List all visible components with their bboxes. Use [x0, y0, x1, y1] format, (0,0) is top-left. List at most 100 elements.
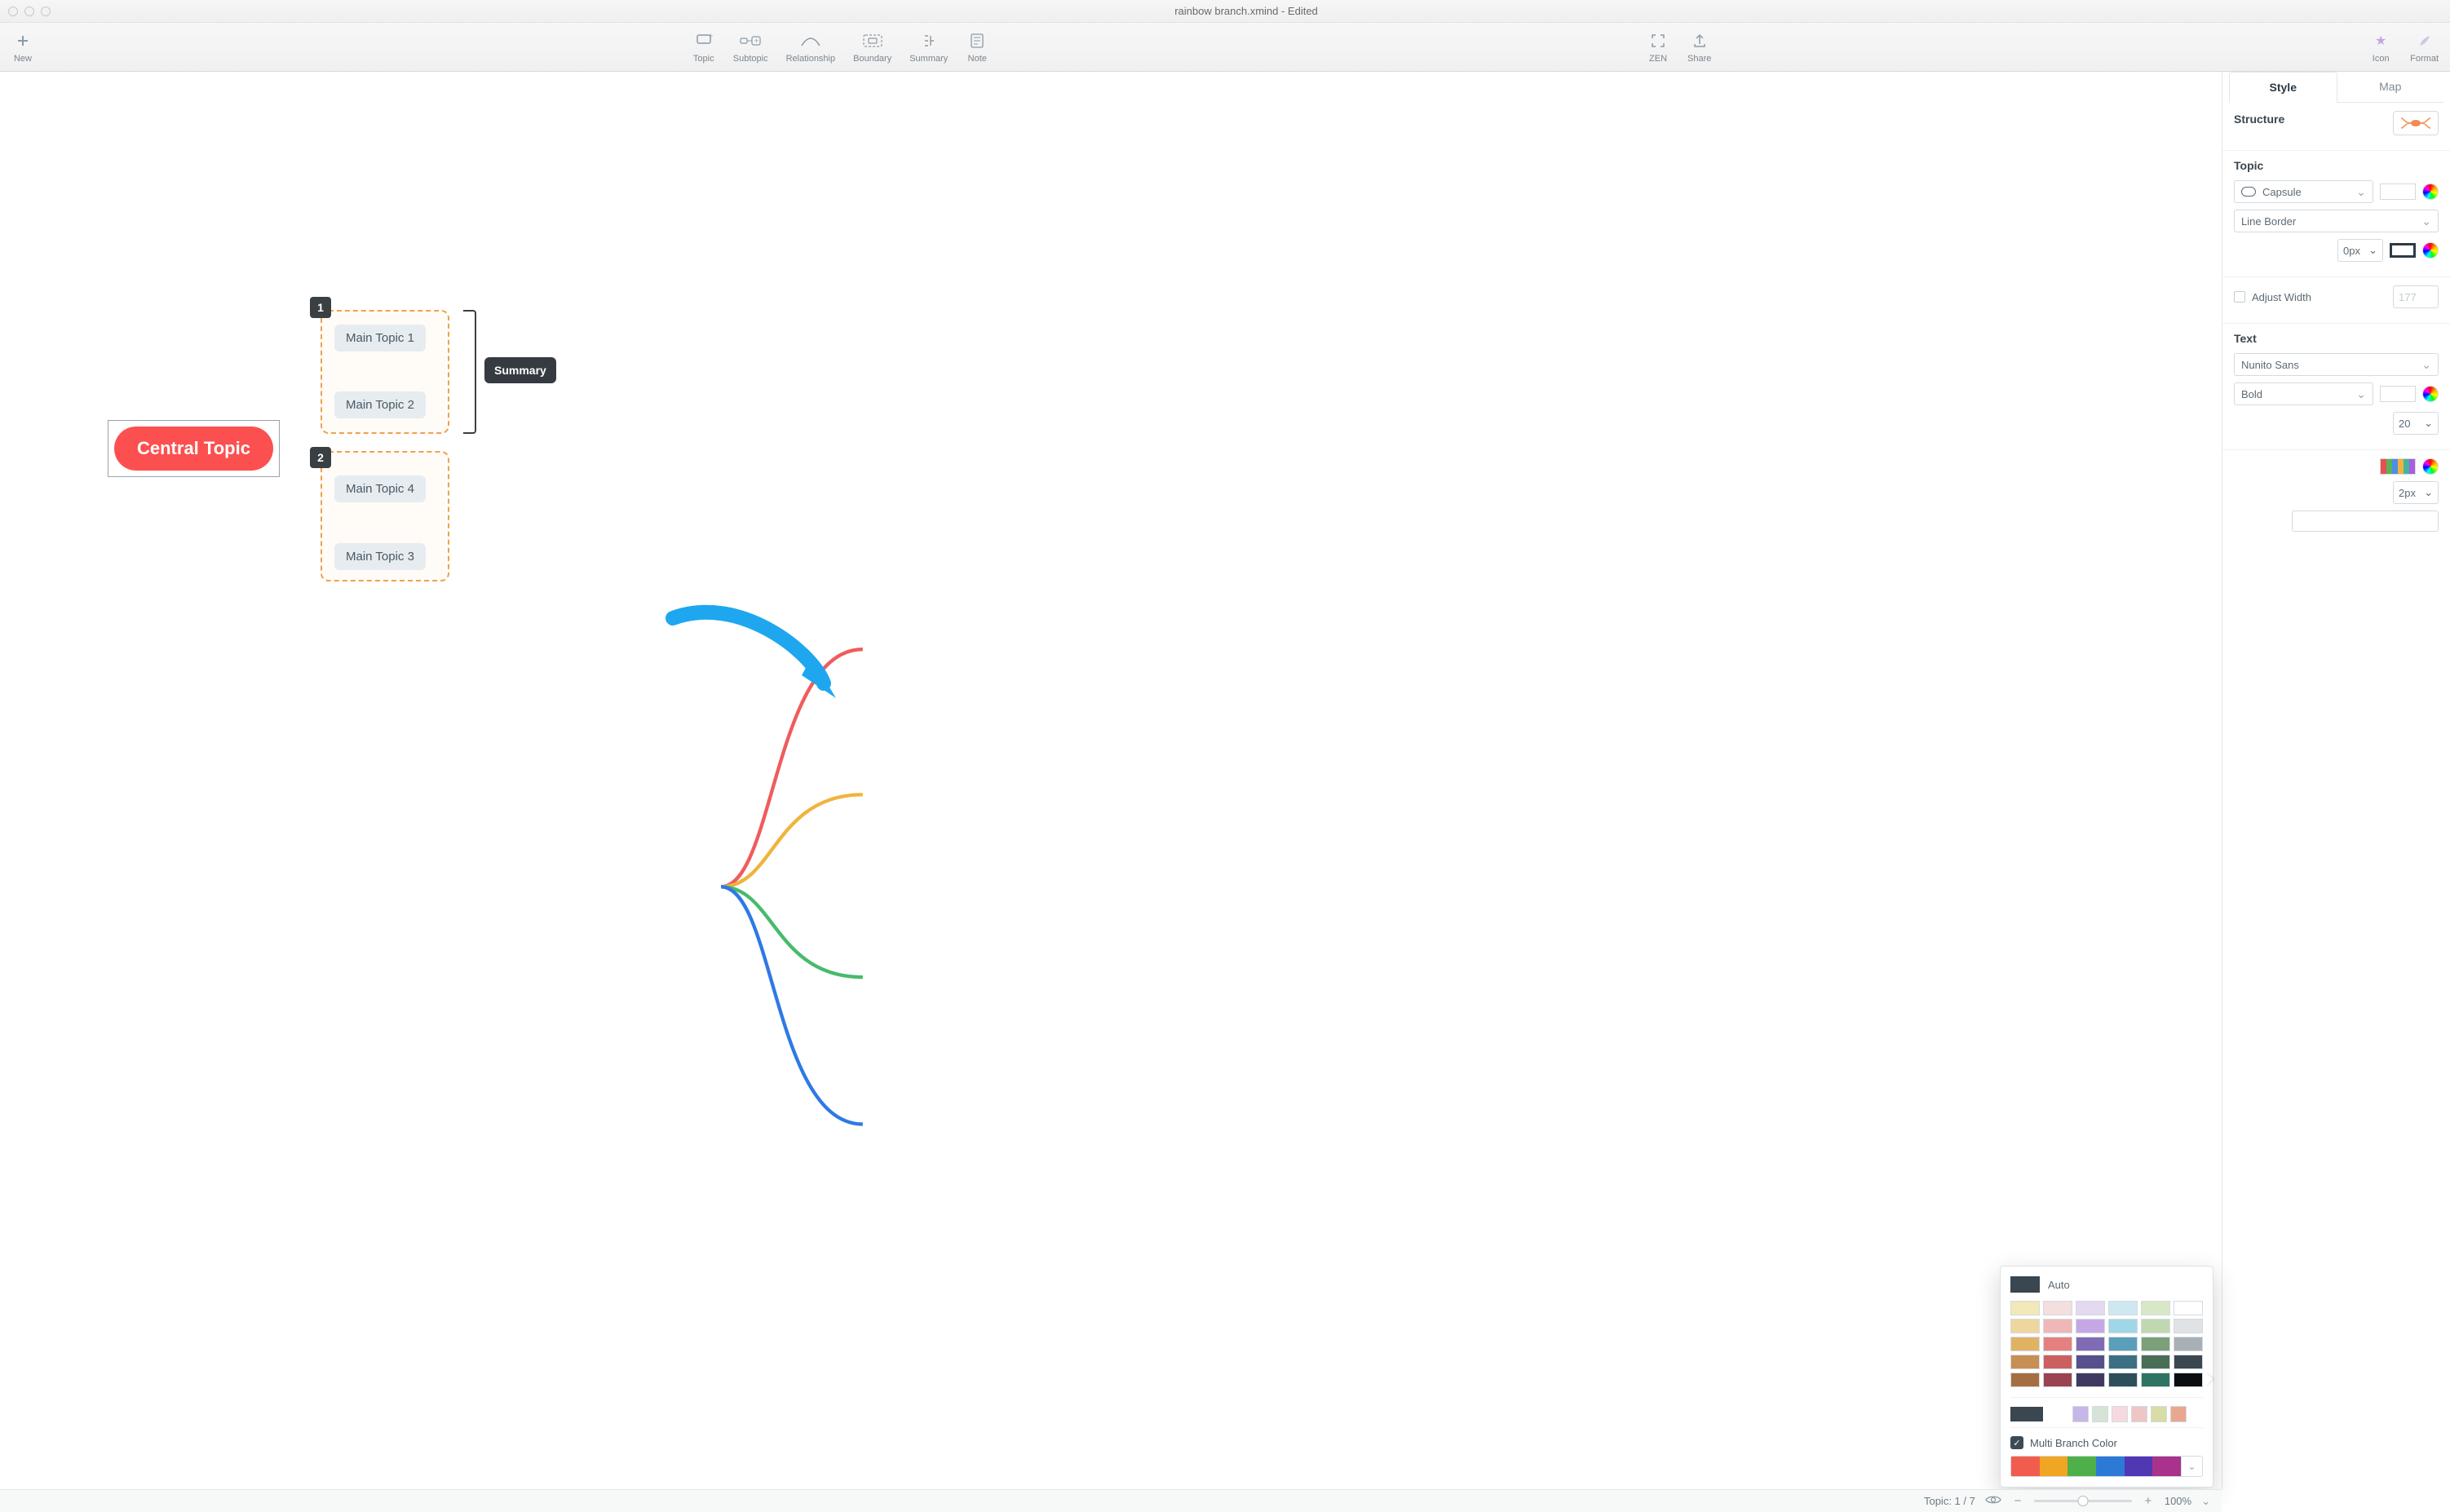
palette-swatch[interactable] — [2076, 1337, 2105, 1351]
relationship-button[interactable]: Relationship — [786, 31, 836, 64]
auto-color-swatch[interactable] — [2010, 1276, 2040, 1293]
color-wheel-icon[interactable] — [2422, 183, 2439, 200]
zoom-out-button[interactable]: − — [2011, 1495, 2024, 1508]
palette-swatch[interactable] — [2141, 1373, 2170, 1387]
palette-swatch[interactable] — [2141, 1337, 2170, 1351]
color-wheel-icon[interactable] — [2422, 458, 2439, 475]
palette-swatch[interactable] — [2141, 1301, 2170, 1315]
new-button[interactable]: New — [11, 31, 34, 64]
palette-swatch[interactable] — [2076, 1355, 2105, 1369]
palette-swatch[interactable] — [2108, 1337, 2138, 1351]
text-color-swatch[interactable] — [2380, 386, 2416, 402]
eye-icon[interactable] — [1985, 1494, 2001, 1508]
canvas[interactable]: Central Topic 1 2 Main Topic 1 Main Topi… — [0, 72, 2222, 1489]
topic-label: Topic — [693, 54, 714, 64]
format-button[interactable]: Format — [2410, 31, 2439, 64]
tab-map[interactable]: Map — [2337, 72, 2444, 102]
border-style-select[interactable]: Line Border — [2234, 210, 2439, 232]
multi-branch-gradient-select[interactable]: ⌄ — [2010, 1456, 2203, 1477]
recent-swatch[interactable] — [2112, 1406, 2128, 1422]
multi-branch-checkbox[interactable]: ✓ — [2010, 1436, 2023, 1449]
topic-button[interactable]: + Topic — [692, 31, 715, 64]
palette-swatch[interactable] — [2108, 1373, 2138, 1387]
palette-swatch[interactable] — [2141, 1355, 2170, 1369]
palette-swatch[interactable] — [2076, 1319, 2105, 1333]
palette-swatch[interactable] — [2010, 1319, 2040, 1333]
border-width-input[interactable]: 0px⌄ — [2337, 239, 2383, 262]
summary-label: Summary — [909, 54, 948, 64]
width-input[interactable]: 177 — [2393, 285, 2439, 308]
structure-select[interactable] — [2393, 111, 2439, 135]
icon-button[interactable]: ★ Icon — [2369, 31, 2392, 64]
note-button[interactable]: Note — [966, 31, 988, 64]
palette-swatch[interactable] — [2174, 1337, 2203, 1351]
palette-swatch[interactable] — [2174, 1301, 2203, 1315]
branch-shape-select[interactable] — [2292, 511, 2439, 532]
palette-swatch[interactable] — [2108, 1355, 2138, 1369]
palette-swatch[interactable] — [2010, 1337, 2040, 1351]
zoom-value[interactable]: 100% — [2165, 1495, 2191, 1507]
topic-node[interactable]: Main Topic 3 — [334, 543, 426, 570]
recent-swatch[interactable] — [2072, 1406, 2089, 1422]
summary-bracket — [463, 310, 476, 434]
central-topic[interactable]: Central Topic — [114, 427, 273, 471]
boundary-icon — [861, 31, 884, 51]
zoom-dot[interactable] — [41, 7, 51, 16]
recent-auto[interactable] — [2010, 1407, 2043, 1421]
marker-1[interactable]: 1 — [310, 297, 331, 318]
format-panel: Style Map Structure Topic Capsule Line B… — [2222, 72, 2450, 1489]
palette-swatch[interactable] — [2108, 1319, 2138, 1333]
recent-swatch[interactable] — [2170, 1406, 2187, 1422]
close-dot[interactable] — [8, 7, 18, 16]
zoom-slider[interactable] — [2034, 1500, 2132, 1502]
font-size-input[interactable]: 20⌄ — [2393, 412, 2439, 435]
color-wheel-icon[interactable] — [2422, 242, 2439, 259]
palette-swatch[interactable] — [2043, 1337, 2072, 1351]
brush-icon — [2413, 31, 2436, 51]
palette-swatch[interactable] — [2010, 1301, 2040, 1315]
branch-width-value: 2px — [2399, 487, 2416, 499]
palette-swatch[interactable] — [2174, 1319, 2203, 1333]
fill-swatch[interactable] — [2380, 183, 2416, 200]
topic-node[interactable]: Main Topic 1 — [334, 325, 426, 351]
recent-swatch[interactable] — [2151, 1406, 2167, 1422]
topic-node[interactable]: Main Topic 2 — [334, 391, 426, 418]
palette-swatch[interactable] — [2010, 1355, 2040, 1369]
topic-node[interactable]: Main Topic 4 — [334, 475, 426, 502]
recent-swatch[interactable] — [2131, 1406, 2147, 1422]
font-weight-select[interactable]: Bold — [2234, 382, 2373, 405]
marker-2[interactable]: 2 — [310, 447, 331, 468]
tab-style[interactable]: Style — [2229, 72, 2337, 103]
palette-swatch[interactable] — [2174, 1373, 2203, 1387]
branch-rainbow-swatch[interactable] — [2380, 458, 2416, 475]
font-family-select[interactable]: Nunito Sans — [2234, 353, 2439, 376]
palette-swatch[interactable] — [2076, 1373, 2105, 1387]
section-text: Text Nunito Sans Bold 20⌄ — [2222, 324, 2450, 450]
border-swatch[interactable] — [2390, 243, 2416, 258]
color-wheel-icon[interactable] — [2422, 386, 2439, 402]
subtopic-button[interactable]: + Subtopic — [733, 31, 768, 64]
palette-swatch[interactable] — [2076, 1301, 2105, 1315]
palette-swatch[interactable] — [2141, 1319, 2170, 1333]
palette-swatch[interactable] — [2043, 1301, 2072, 1315]
palette-swatch[interactable] — [2043, 1319, 2072, 1333]
section-topic: Topic Capsule Line Border 0px⌄ — [2222, 151, 2450, 277]
boundary-button[interactable]: Boundary — [853, 31, 891, 64]
summary-button[interactable]: Summary — [909, 31, 948, 64]
adjust-width-checkbox[interactable] — [2234, 291, 2245, 303]
shape-select[interactable]: Capsule — [2234, 180, 2373, 203]
zen-button[interactable]: ZEN — [1647, 31, 1669, 64]
summary-node[interactable]: Summary — [484, 357, 556, 383]
share-button[interactable]: Share — [1687, 31, 1711, 64]
palette-swatch[interactable] — [2174, 1355, 2203, 1369]
minimize-dot[interactable] — [24, 7, 34, 16]
palette-swatch[interactable] — [2043, 1355, 2072, 1369]
window-controls[interactable] — [8, 7, 51, 16]
branch-width-input[interactable]: 2px⌄ — [2393, 481, 2439, 504]
chevron-down-icon[interactable]: ⌄ — [2201, 1495, 2210, 1508]
palette-swatch[interactable] — [2043, 1373, 2072, 1387]
palette-swatch[interactable] — [2010, 1373, 2040, 1387]
recent-swatch[interactable] — [2092, 1406, 2108, 1422]
zoom-in-button[interactable]: + — [2142, 1495, 2155, 1508]
palette-swatch[interactable] — [2108, 1301, 2138, 1315]
